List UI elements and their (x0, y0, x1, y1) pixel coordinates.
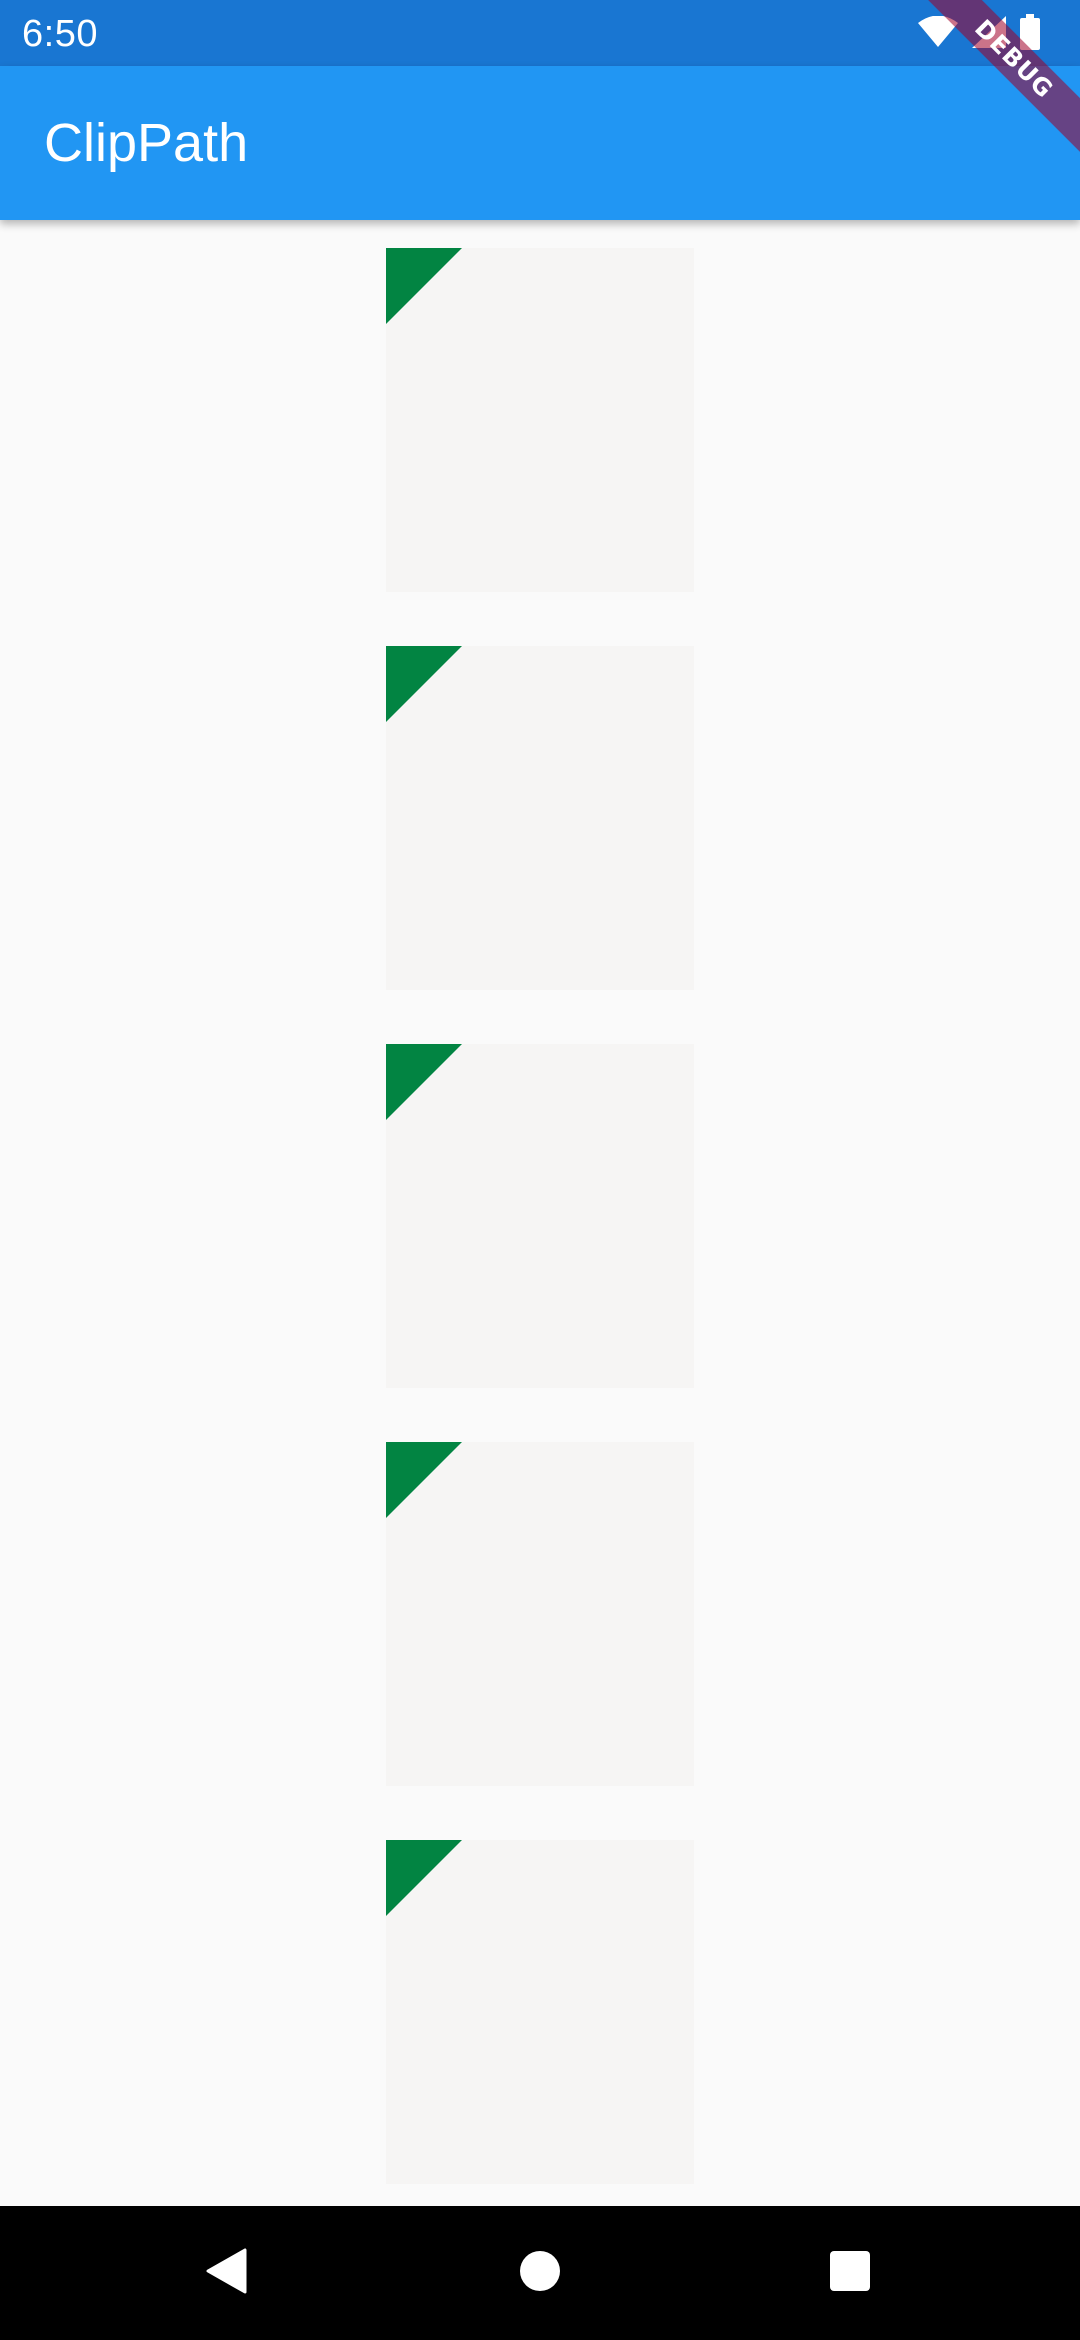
recents-icon (829, 2250, 871, 2297)
battery-icon (1020, 13, 1040, 55)
clipped-triangle (386, 646, 462, 722)
home-button[interactable] (480, 2206, 600, 2340)
status-time: 6:50 (22, 13, 98, 55)
app-bar: ClipPath (0, 66, 1080, 220)
wifi-icon (918, 15, 958, 53)
clipped-triangle (386, 1442, 462, 1518)
list-item (386, 248, 694, 592)
clipped-triangle (386, 1840, 462, 1916)
recents-button[interactable] (790, 2206, 910, 2340)
clip-list (0, 220, 1080, 2220)
navigation-bar (0, 2206, 1080, 2340)
clipped-triangle (386, 248, 462, 324)
status-icons (918, 13, 1040, 55)
page-title: ClipPath (44, 113, 249, 173)
back-icon (205, 2248, 247, 2299)
list-item (386, 1442, 694, 1786)
clipped-triangle (386, 1044, 462, 1120)
list-item (386, 1044, 694, 1388)
status-bar: 6:50 (0, 0, 1080, 66)
back-button[interactable] (166, 2206, 286, 2340)
list-item (386, 646, 694, 990)
list-item (386, 1840, 694, 2184)
cellular-signal-icon (972, 15, 1006, 53)
home-icon (519, 2250, 561, 2297)
